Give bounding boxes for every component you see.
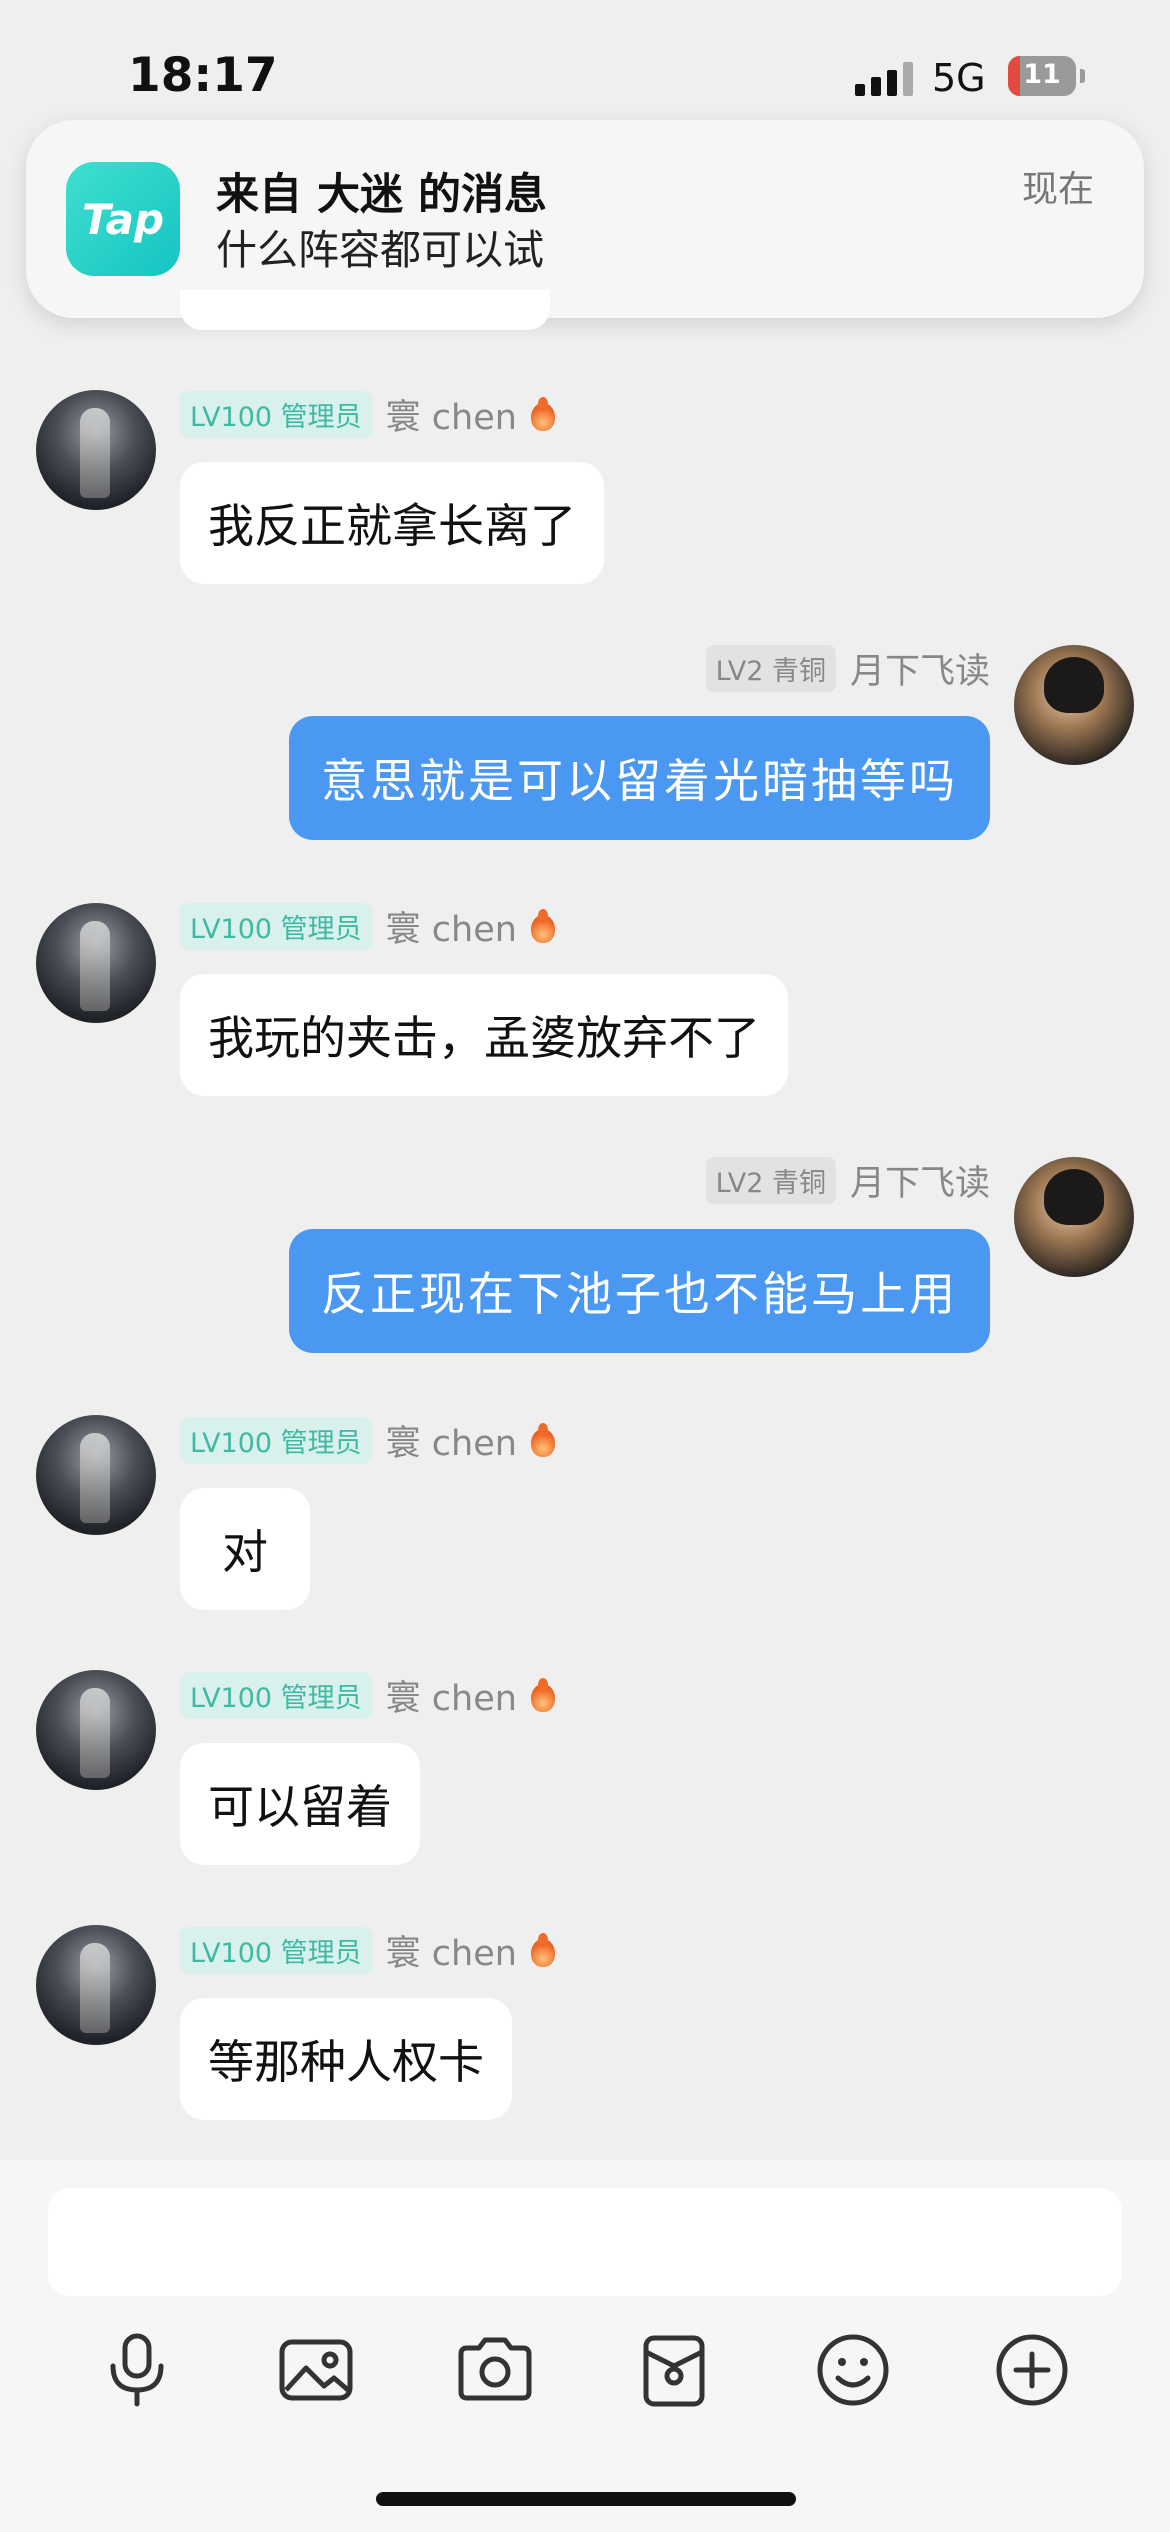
wallet-icon[interactable]: [634, 2330, 714, 2410]
sender-row: LV2 青铜 月下飞读: [705, 644, 990, 692]
sender-row: LV100 管理员 寰 chen: [180, 390, 557, 438]
sender-row: LV100 管理员 寰 chen: [180, 902, 557, 950]
level-badge: LV2 青铜: [705, 1156, 836, 1204]
flame-icon: [529, 1678, 557, 1712]
sender-name[interactable]: 寰 chen: [386, 1415, 517, 1466]
notification-time: 现在: [1021, 169, 1094, 210]
avatar[interactable]: [36, 903, 156, 1023]
message-bubble[interactable]: 我玩的夹击，孟婆放弃不了: [180, 974, 788, 1096]
level-badge: LV2 青铜: [705, 644, 836, 692]
message-bubble[interactable]: 等那种人权卡: [180, 1998, 512, 2120]
flame-icon: [529, 1933, 557, 1967]
battery-percent: 11: [1023, 59, 1061, 90]
status-time: 18:17: [128, 48, 278, 103]
battery-cap: [1080, 69, 1085, 83]
camera-icon[interactable]: [455, 2330, 535, 2410]
message-bubble[interactable]: 反正现在下池子也不能马上用: [289, 1229, 990, 1353]
avatar[interactable]: [36, 1925, 156, 2045]
sender-name[interactable]: 寰 chen: [386, 1670, 517, 1721]
home-indicator[interactable]: [376, 2492, 796, 2506]
message-bubble[interactable]: 我反正就拿长离了: [180, 462, 604, 584]
level-badge: LV100 管理员: [180, 902, 372, 950]
message-bubble[interactable]: 对: [180, 1488, 310, 1610]
sender-name[interactable]: 寰 chen: [386, 901, 517, 952]
input-panel: [0, 2160, 1170, 2532]
avatar[interactable]: [36, 390, 156, 510]
flame-icon: [529, 1423, 557, 1457]
notification-body: 什么阵容都可以试: [216, 226, 544, 274]
partial-message-bubble: [180, 290, 550, 330]
message-bubble[interactable]: 意思就是可以留着光暗抽等吗: [289, 716, 990, 840]
sender-name[interactable]: 月下飞读: [850, 643, 990, 694]
sender-name[interactable]: 寰 chen: [386, 389, 517, 440]
notification-title: 来自 大迷 的消息: [216, 170, 547, 220]
plus-circle-icon[interactable]: [992, 2330, 1072, 2410]
avatar[interactable]: [1014, 645, 1134, 765]
avatar[interactable]: [36, 1670, 156, 1790]
battery-icon: 11: [1008, 56, 1076, 96]
flame-icon: [529, 909, 557, 943]
level-badge: LV100 管理员: [180, 1926, 372, 1974]
emoji-icon[interactable]: [813, 2330, 893, 2410]
sender-row: LV100 管理员 寰 chen: [180, 1416, 557, 1464]
level-badge: LV100 管理员: [180, 1416, 372, 1464]
notification-banner[interactable]: Tap 来自 大迷 的消息 什么阵容都可以试 现在: [26, 120, 1144, 318]
sender-name[interactable]: 寰 chen: [386, 1925, 517, 1976]
sender-name[interactable]: 月下飞读: [850, 1155, 990, 1206]
message-input[interactable]: [48, 2188, 1122, 2296]
level-badge: LV100 管理员: [180, 1671, 372, 1719]
network-type: 5G: [932, 56, 986, 100]
sender-row: LV100 管理员 寰 chen: [180, 1926, 557, 1974]
sender-row: LV2 青铜 月下飞读: [705, 1156, 990, 1204]
microphone-icon[interactable]: [97, 2330, 177, 2410]
avatar[interactable]: [36, 1415, 156, 1535]
tap-app-icon: Tap: [66, 162, 180, 276]
sender-row: LV100 管理员 寰 chen: [180, 1671, 557, 1719]
signal-icon: [855, 62, 915, 96]
flame-icon: [529, 397, 557, 431]
avatar[interactable]: [1014, 1157, 1134, 1277]
level-badge: LV100 管理员: [180, 390, 372, 438]
message-bubble[interactable]: 可以留着: [180, 1743, 420, 1865]
image-icon[interactable]: [276, 2330, 356, 2410]
